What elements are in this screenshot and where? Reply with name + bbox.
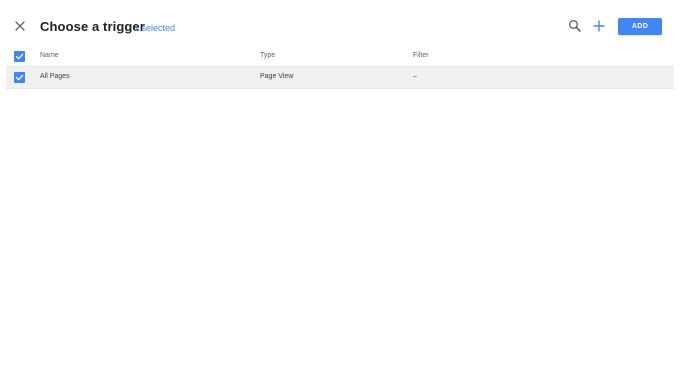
panel-header: Choose a trigger 1 selected ADD — [0, 0, 700, 52]
trigger-name: All Pages — [40, 73, 70, 80]
table-row[interactable]: All Pages Page View – — [6, 67, 674, 89]
checkmark-icon — [15, 74, 24, 81]
add-button[interactable]: ADD — [618, 18, 662, 35]
search-button[interactable] — [568, 19, 582, 33]
add-trigger-button[interactable] — [592, 19, 606, 33]
close-button[interactable] — [12, 18, 28, 34]
select-all-checkbox[interactable] — [14, 51, 25, 62]
column-header-type[interactable]: Type — [260, 52, 275, 59]
column-header-name[interactable]: Name — [40, 52, 59, 59]
search-icon — [569, 20, 581, 32]
close-icon — [15, 21, 25, 31]
table-header-row: Name Type Filter — [6, 46, 674, 67]
trigger-table: Name Type Filter All Pages Page View – — [6, 46, 674, 89]
trigger-type: Page View — [260, 73, 294, 80]
plus-icon — [593, 20, 605, 32]
checkmark-icon — [15, 53, 24, 60]
page-title: Choose a trigger — [40, 19, 145, 34]
column-header-filter[interactable]: Filter — [413, 52, 429, 59]
row-checkbox[interactable] — [14, 72, 25, 83]
trigger-filter: – — [413, 73, 417, 80]
selected-count-label: 1 selected — [134, 23, 176, 33]
trigger-picker-panel: Choose a trigger 1 selected ADD Name Typ… — [0, 0, 700, 375]
